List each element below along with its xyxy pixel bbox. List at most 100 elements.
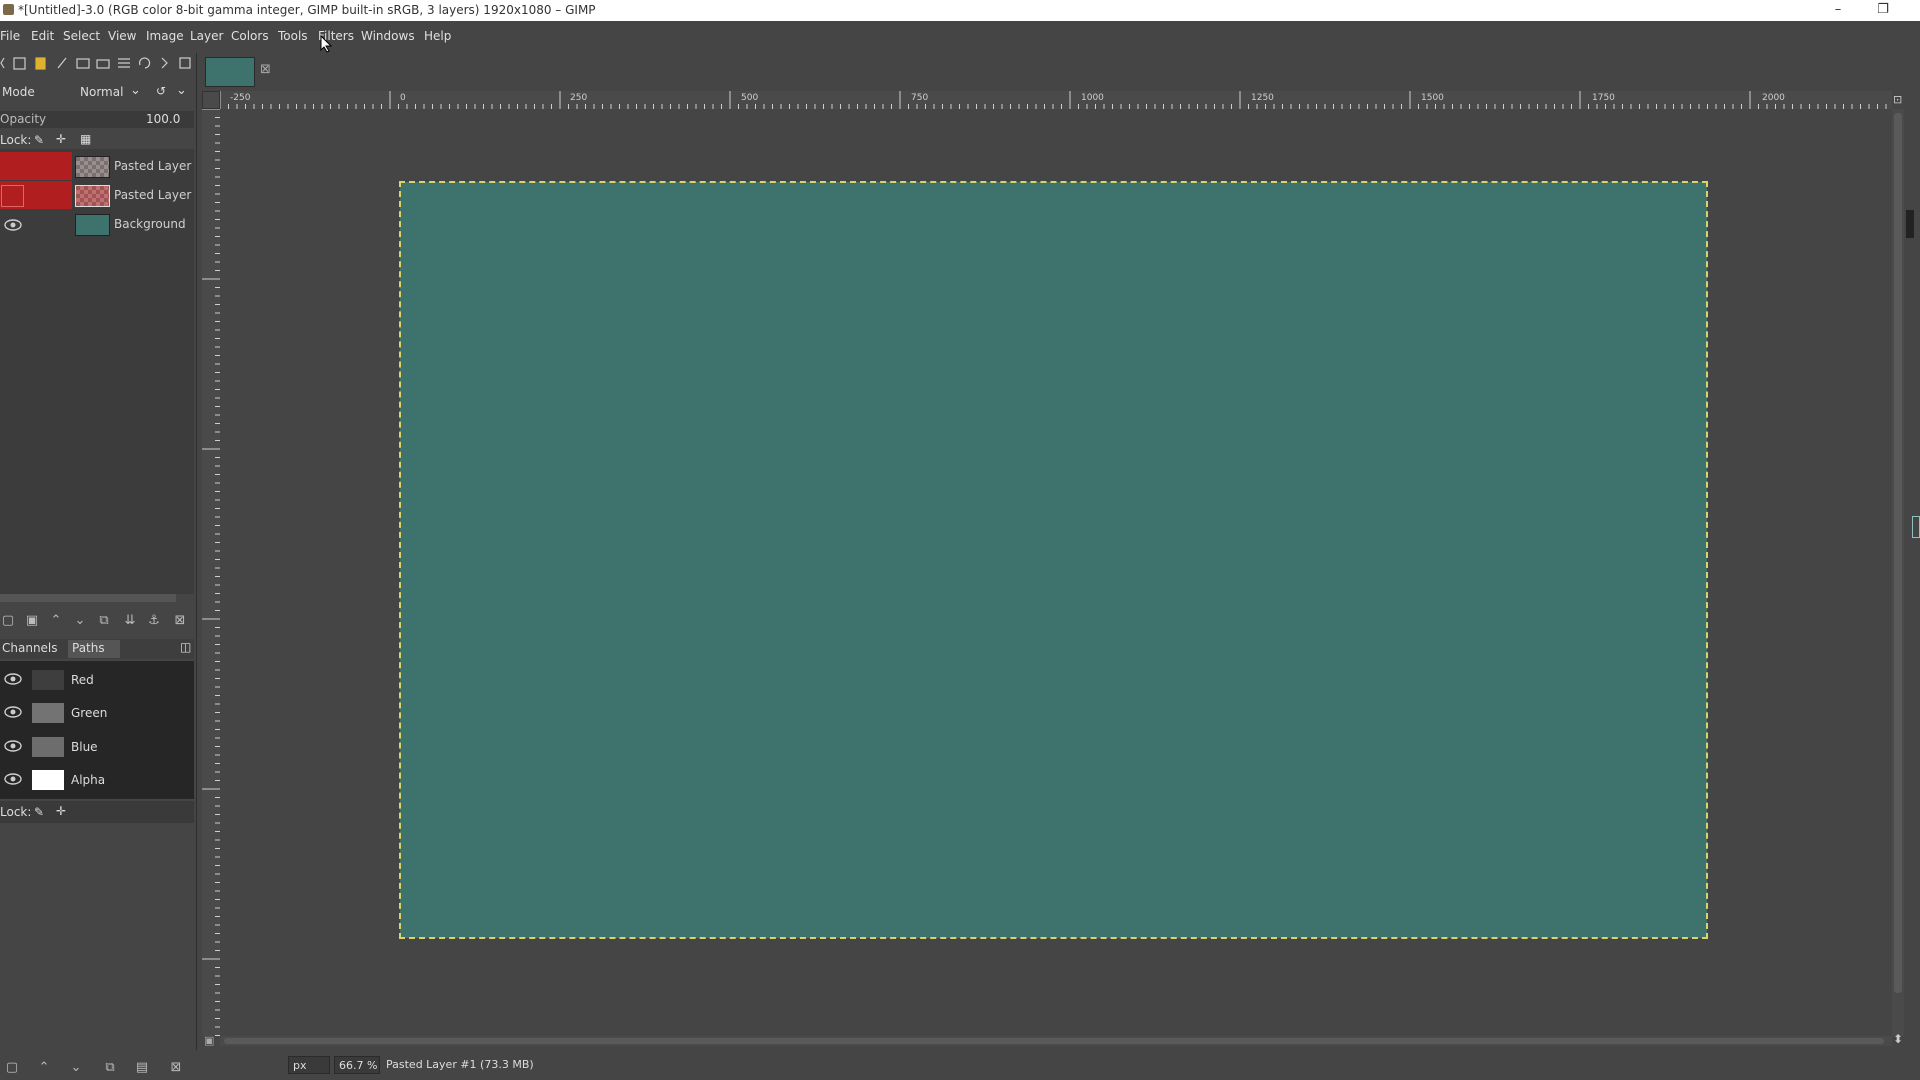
menu-file[interactable]: File <box>0 29 20 43</box>
tab-paths-label: Paths <box>72 641 105 655</box>
status-bar: px 66.7 % Pasted Layer #1 (73.3 MB) <box>196 1050 1920 1080</box>
layer-thumbnail <box>75 185 110 207</box>
channel-thumbnail <box>32 670 64 690</box>
layer-name: Pasted Layer <box>114 159 192 173</box>
layer-thumbnail <box>75 214 110 236</box>
mouse-cursor-icon <box>320 35 332 53</box>
ruler-label: 250 <box>570 93 588 103</box>
delete-layer-icon[interactable]: ⊠ <box>172 613 188 629</box>
minimize-button[interactable]: – <box>1820 0 1856 21</box>
restore-button[interactable]: ❐ <box>1865 0 1901 21</box>
menu-select[interactable]: Select <box>63 29 100 43</box>
ruler-label: 0 <box>400 93 406 103</box>
layer-visibility-toggle[interactable] <box>1 185 24 207</box>
unit-select[interactable]: px <box>288 1056 330 1074</box>
opacity-label: Opacity <box>0 112 47 126</box>
lock-pixels-icon[interactable]: ✎ <box>34 133 44 147</box>
layers-scrollbar[interactable] <box>0 594 176 602</box>
ruler-label: 1000 <box>1081 93 1104 103</box>
mode-chevron-down-icon[interactable]: ⌄ <box>130 83 141 98</box>
delete-channel-icon[interactable]: ⊠ <box>168 1060 184 1076</box>
mode-reset-icon[interactable]: ↺ <box>156 84 166 98</box>
channel-thumbnail <box>32 770 64 790</box>
status-message: Pasted Layer #1 (73.3 MB) <box>386 1058 534 1071</box>
lock-position-icon[interactable]: ✛ <box>56 804 66 818</box>
lock-position-icon[interactable]: ✛ <box>56 132 66 146</box>
opacity-value: 100.0 <box>146 112 181 126</box>
image-tab-thumbnail[interactable] <box>205 57 255 87</box>
zoom-select[interactable]: 66.7 % <box>334 1056 380 1074</box>
mode-select[interactable]: Normal <box>80 85 123 99</box>
menu-tools[interactable]: Tools <box>278 29 308 43</box>
close-icon[interactable]: ⊠ <box>260 62 271 77</box>
menu-colors[interactable]: Colors <box>231 29 269 43</box>
horizontal-scroll-thumb[interactable] <box>224 1038 1884 1044</box>
new-layer-group-icon[interactable]: ▣ <box>24 613 40 629</box>
anchor-layer-icon[interactable]: ⚓ <box>146 613 162 629</box>
ruler-label: -250 <box>230 93 251 103</box>
lock-pixels-icon[interactable]: ✎ <box>34 805 44 819</box>
horizontal-ruler: -250 0 250 500 750 1000 1250 1500 1750 2… <box>220 91 1892 110</box>
eye-icon[interactable] <box>4 218 22 232</box>
layers-list: Pasted Layer Pasted Layer Background <box>0 149 194 602</box>
raise-layer-icon[interactable]: ⌃ <box>48 613 64 629</box>
lower-layer-icon[interactable]: ⌄ <box>72 613 88 629</box>
navigate-icon[interactable]: ⬍ <box>1893 1032 1903 1046</box>
pointer-nav-icon[interactable]: ▣ <box>204 1034 214 1047</box>
zoom-fit-icon[interactable]: ⊡ <box>1893 93 1902 106</box>
horizontal-scrollbar[interactable] <box>220 1036 1892 1046</box>
channels-list: Red Green Blue Alpha <box>0 661 194 799</box>
layers-dock: Mode Normal ⌄ ↺ ⌄ Opacity 100.0 Lock: ✎ … <box>0 53 197 1080</box>
composite-chevron-down-icon[interactable]: ⌄ <box>176 83 187 98</box>
eye-icon[interactable] <box>4 772 22 786</box>
ruler-label: 1250 <box>1251 93 1274 103</box>
channel-to-selection-icon[interactable]: ▤ <box>134 1060 150 1076</box>
raise-channel-icon[interactable]: ⌃ <box>36 1060 52 1076</box>
channel-row[interactable]: Green <box>0 697 194 729</box>
lock-label: Lock: <box>0 133 32 147</box>
channel-name: Alpha <box>71 773 106 787</box>
new-channel-icon[interactable]: ▢ <box>4 1060 20 1076</box>
menu-edit[interactable]: Edit <box>31 29 54 43</box>
new-layer-icon[interactable]: ▢ <box>0 613 16 629</box>
eye-icon[interactable] <box>4 739 22 753</box>
layer-selected-highlight <box>0 152 72 180</box>
layer-row[interactable]: Background <box>0 210 194 238</box>
gimp-app-icon <box>3 4 14 15</box>
ruler-label: 750 <box>911 93 929 103</box>
layer-thumbnail <box>75 156 110 178</box>
eye-icon[interactable] <box>4 705 22 719</box>
tab-menu-icon[interactable]: ◫ <box>180 640 191 654</box>
side-panel-handle[interactable] <box>1906 210 1914 238</box>
side-dock-tab[interactable] <box>1912 516 1920 538</box>
menu-view[interactable]: View <box>108 29 136 43</box>
layer-name: Background <box>114 217 186 231</box>
menu-windows[interactable]: Windows <box>361 29 415 43</box>
channel-row[interactable]: Blue <box>0 731 194 763</box>
menu-image[interactable]: Image <box>146 29 184 43</box>
layer-row[interactable]: Pasted Layer <box>0 152 194 180</box>
channels-tab-bar: Channels Paths ◫ <box>0 639 194 659</box>
layer-row[interactable]: Pasted Layer <box>0 181 194 209</box>
layer-name: Pasted Layer <box>114 188 192 202</box>
tab-paths[interactable]: Paths <box>68 640 120 658</box>
opacity-slider[interactable]: Opacity 100.0 <box>0 111 194 128</box>
merge-layer-icon[interactable]: ⇊ <box>122 613 138 629</box>
lock-alpha-icon[interactable]: ▦ <box>80 132 91 146</box>
ruler-label: 2000 <box>1762 93 1785 103</box>
image-canvas[interactable] <box>399 181 1708 939</box>
menu-layer[interactable]: Layer <box>190 29 223 43</box>
menu-help[interactable]: Help <box>424 29 451 43</box>
ruler-label: 500 <box>741 93 759 103</box>
channel-row[interactable]: Red <box>0 664 194 696</box>
eye-icon[interactable] <box>4 672 22 686</box>
duplicate-channel-icon[interactable]: ⧉ <box>102 1060 118 1076</box>
vertical-ruler <box>202 109 221 1036</box>
vertical-scrollbar[interactable] <box>1892 109 1904 1036</box>
channel-row[interactable]: Alpha <box>0 764 194 796</box>
lower-channel-icon[interactable]: ⌄ <box>68 1060 84 1076</box>
tab-channels[interactable]: Channels <box>2 641 58 655</box>
quick-mask-toggle[interactable] <box>202 91 220 109</box>
vertical-scroll-thumb[interactable] <box>1894 113 1902 993</box>
duplicate-layer-icon[interactable]: ⧉ <box>96 613 112 629</box>
